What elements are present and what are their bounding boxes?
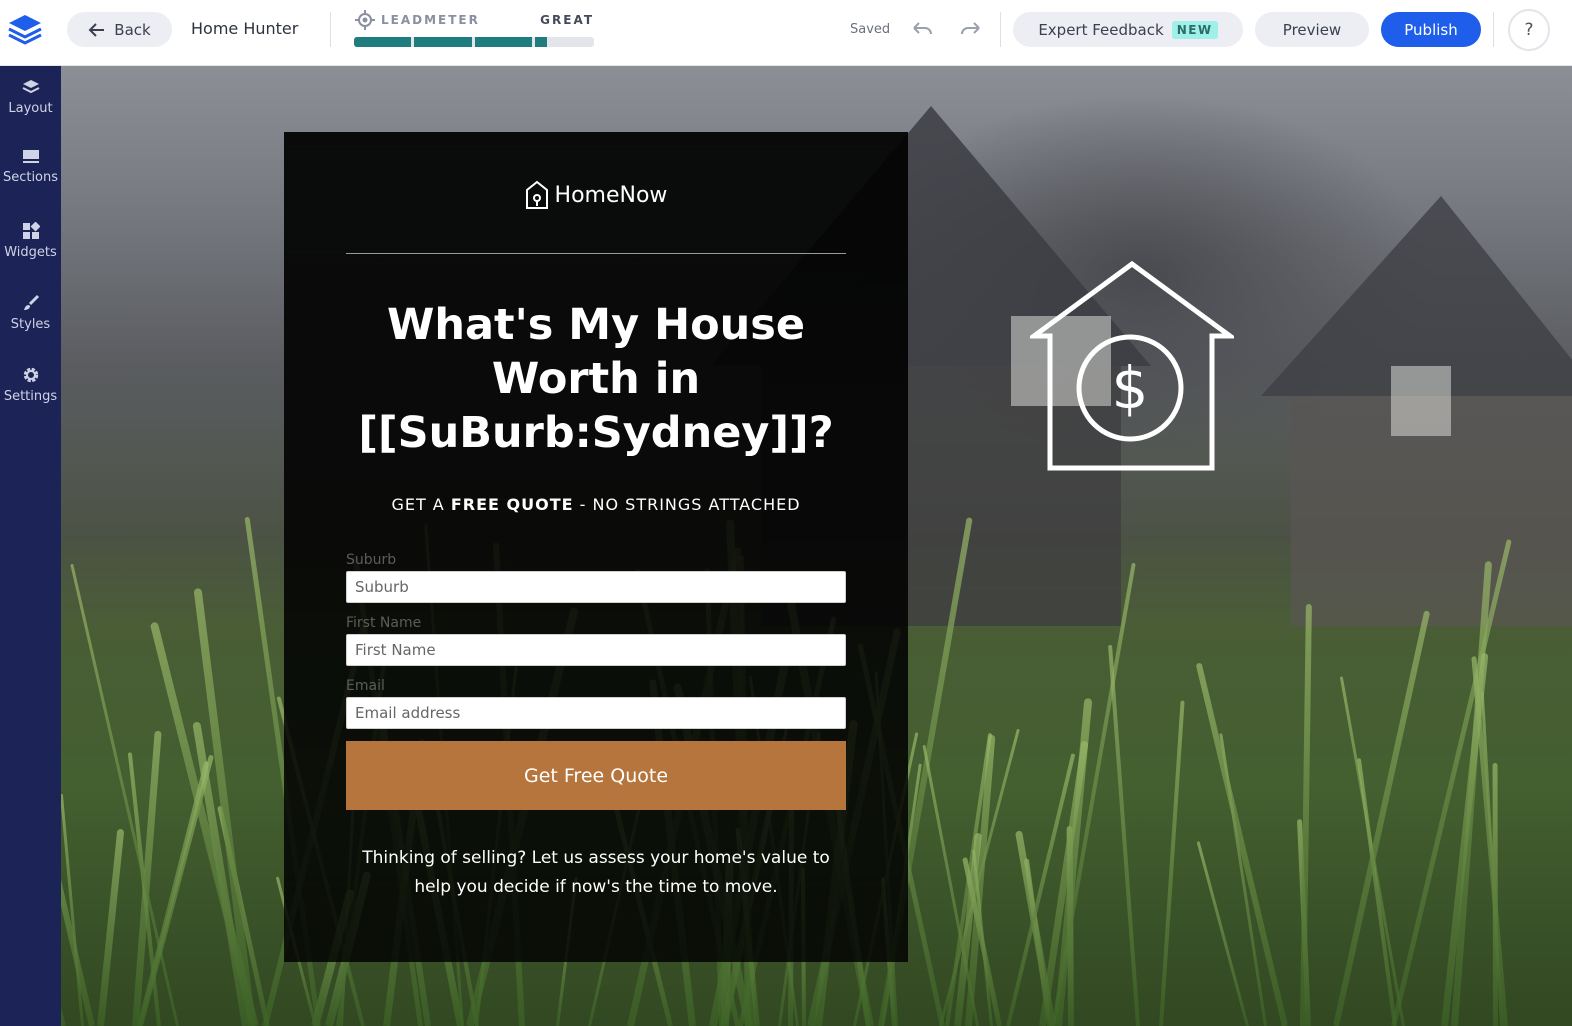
leadmeter-segment [534,37,547,47]
footer-text[interactable]: Thinking of selling? Let us assess your … [346,844,846,902]
page-name[interactable]: Home Hunter [191,19,298,38]
back-button[interactable]: Back [67,12,172,47]
subheadline-prefix: GET A [391,495,451,514]
gear-icon [23,367,38,383]
headline[interactable]: What's My House Worth in [[SuBurb:Sydney… [324,298,868,460]
svg-text:$: $ [1112,354,1149,422]
first-name-input[interactable] [346,634,846,666]
sidebar-item-label: Layout [8,101,53,116]
email-label: Email [346,678,385,694]
first-name-label: First Name [346,615,422,631]
toolbar-divider [1493,12,1494,47]
widgets-icon [22,222,40,239]
left-sidebar: Layout Sections Widgets Styles Settings [0,66,61,1026]
email-input[interactable] [346,697,846,729]
subheadline-emphasis: FREE QUOTE [450,495,574,514]
page-canvas[interactable]: $ HomeNow What's My House Worth in [[SuB… [61,66,1572,1026]
sidebar-item-label: Widgets [4,245,57,260]
suburb-label: Suburb [346,552,397,568]
sections-icon [22,150,39,163]
expert-feedback-label: Expert Feedback [1038,20,1164,39]
sidebar-item-label: Settings [3,389,58,404]
sidebar-item-widgets[interactable]: Widgets [0,222,61,260]
sidebar-item-styles[interactable]: Styles [0,294,61,332]
brush-icon [23,294,39,310]
top-toolbar: Back Home Hunter LEADMETER GREAT Saved E… [0,0,1572,66]
leadmeter-segment [354,37,412,47]
sidebar-item-sections[interactable]: Sections [0,147,61,185]
help-button[interactable]: ? [1508,9,1550,51]
divider [346,253,846,254]
sidebar-item-label: Styles [10,317,51,332]
brand-name: HomeNow [554,182,668,208]
subheadline[interactable]: GET A FREE QUOTE - NO STRINGS ATTACHED [284,495,908,514]
back-button-label: Back [114,20,151,39]
brand-logo: HomeNow [284,180,908,210]
publish-button[interactable]: Publish [1381,12,1481,47]
leadmeter-score: GREAT [540,13,594,27]
leadmeter-segment [414,37,472,47]
house-dollar-icon: $ [1030,260,1234,471]
redo-icon[interactable] [958,19,982,41]
new-badge: NEW [1171,20,1218,39]
leadmeter-segment [474,37,532,47]
lead-form-panel[interactable]: HomeNow What's My House Worth in [[SuBur… [284,132,908,962]
sidebar-item-label: Sections [2,170,59,185]
leadmeter[interactable]: LEADMETER GREAT [354,9,594,47]
suburb-input[interactable] [346,571,846,603]
save-status: Saved [850,22,891,37]
target-icon [355,10,375,30]
get-free-quote-button[interactable]: Get Free Quote [346,741,846,810]
toolbar-divider [1000,12,1001,47]
leadmeter-progress-bar [354,37,594,47]
toolbar-divider [330,12,331,47]
expert-feedback-button[interactable]: Expert Feedback NEW [1013,12,1243,47]
leadmeter-label: LEADMETER [381,13,480,27]
house-logo-icon [525,180,548,209]
layers-icon [22,80,39,94]
undo-icon[interactable] [911,19,935,41]
sidebar-item-layout[interactable]: Layout [0,78,61,116]
preview-button[interactable]: Preview [1255,12,1369,47]
subheadline-suffix: - NO STRINGS ATTACHED [573,495,801,514]
arrow-left-icon [88,22,105,37]
sidebar-item-settings[interactable]: Settings [0,366,61,404]
app-logo-icon[interactable] [7,13,43,45]
